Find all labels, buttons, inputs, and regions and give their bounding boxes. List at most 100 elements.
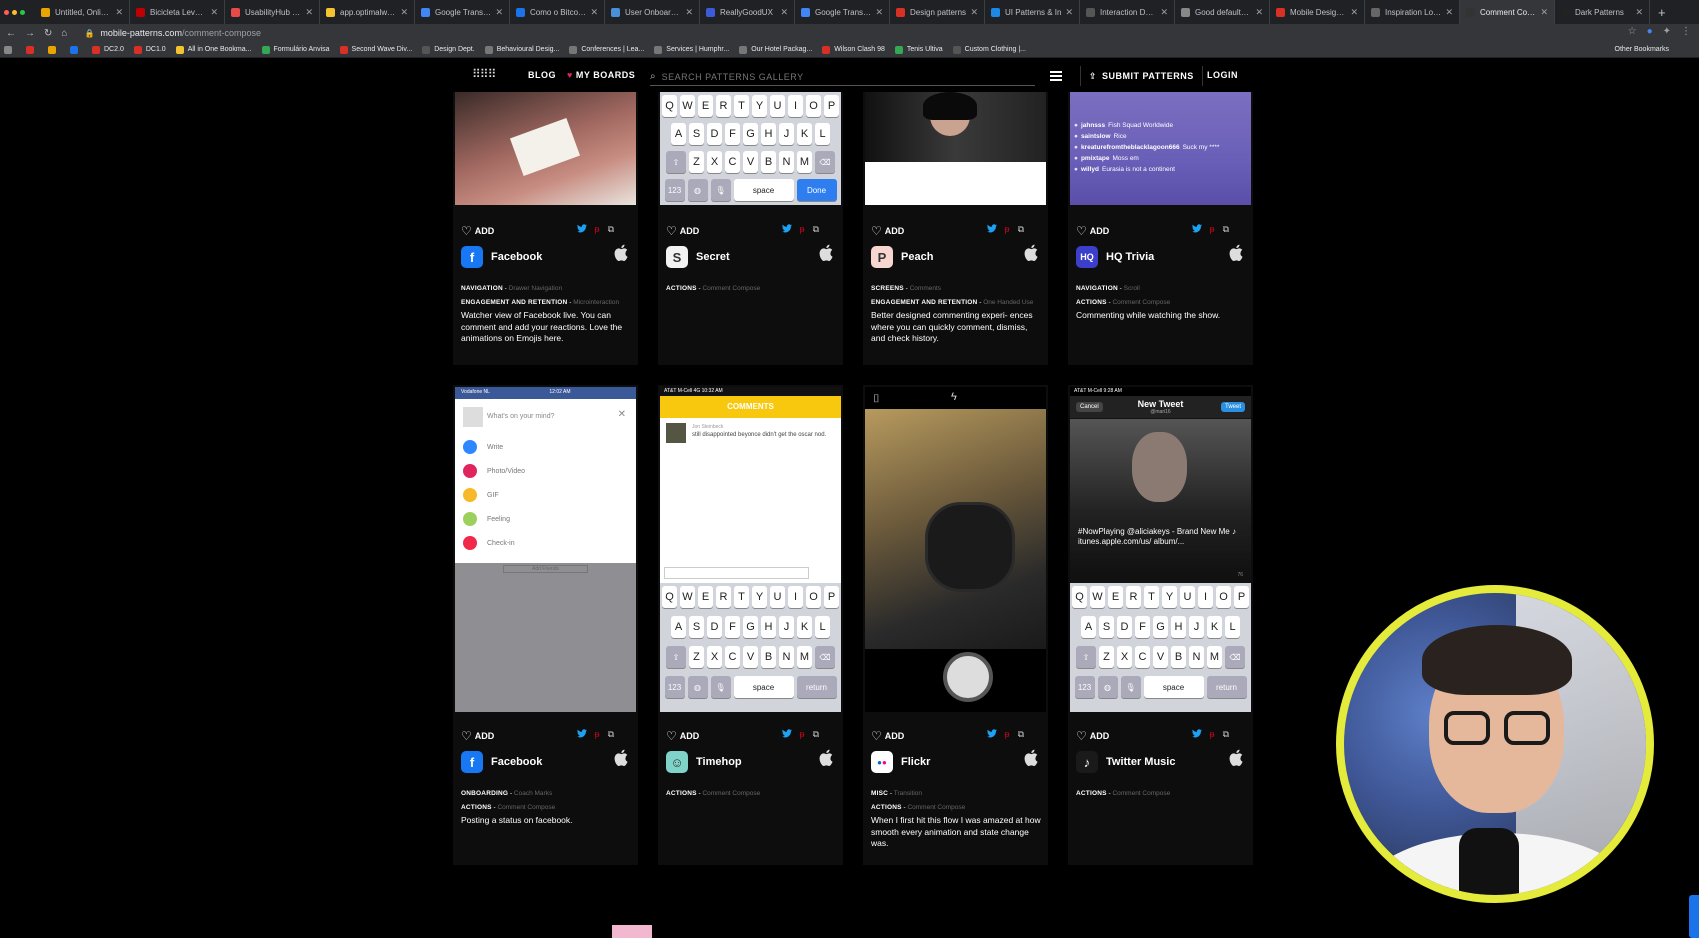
add-to-board-button[interactable]: ♡ ADD (461, 729, 494, 743)
browser-tab[interactable]: app.optimalworksh ✕ (320, 0, 415, 24)
hamburger-menu-icon[interactable] (1050, 71, 1062, 83)
browser-tab[interactable]: Untitled, Online W ✕ (35, 0, 130, 24)
close-tab-icon[interactable]: ✕ (115, 7, 123, 18)
copy-link-icon[interactable]: ⧉ (813, 729, 819, 740)
close-tab-icon[interactable]: ✕ (970, 7, 978, 18)
app-name-link[interactable]: ♪ Twitter Music (1076, 751, 1175, 773)
add-to-board-button[interactable]: ♡ ADD (871, 224, 904, 238)
close-tab-icon[interactable]: ✕ (875, 7, 883, 18)
apps-icon[interactable] (4, 45, 16, 54)
app-name-link[interactable]: f Facebook (461, 246, 542, 268)
pattern-tag[interactable]: NAVIGATION - Scroll (1076, 282, 1170, 296)
browser-tab[interactable]: Dark Patterns ✕ (1555, 0, 1650, 24)
bookmark-item[interactable]: DC2.0 (92, 45, 124, 54)
pattern-screenshot[interactable]: AT&T M-Cell 9:28 AM Cancel New Tweet @ma… (1070, 387, 1251, 712)
forward-icon[interactable]: → (25, 28, 35, 39)
copy-link-icon[interactable]: ⧉ (1018, 729, 1024, 740)
pinterest-icon[interactable]: ᵽ (1210, 224, 1215, 235)
pattern-tag[interactable]: ACTIONS - Comment Compose (1076, 787, 1170, 801)
bookmark-item[interactable]: Our Hotel Packag... (739, 45, 812, 54)
pattern-screenshot[interactable]: Vodafone NL 12:02 AM What's on your mind?… (455, 387, 636, 712)
twitter-icon[interactable] (1191, 729, 1202, 740)
back-icon[interactable]: ← (6, 28, 16, 39)
pattern-tag[interactable]: ENGAGEMENT AND RETENTION - Microinteract… (461, 296, 619, 310)
bookmark-item[interactable]: Design Dept. (422, 45, 475, 54)
close-tab-icon[interactable]: ✕ (1160, 7, 1168, 18)
copy-link-icon[interactable]: ⧉ (1223, 224, 1229, 235)
close-tab-icon[interactable]: ✕ (1445, 7, 1453, 18)
login-link[interactable]: LOGIN (1207, 70, 1238, 80)
add-to-board-button[interactable]: ♡ ADD (1076, 729, 1109, 743)
close-tab-icon[interactable]: ✕ (1635, 7, 1643, 18)
bookmark-item[interactable]: Conferences | Lea... (569, 45, 644, 54)
pattern-screenshot[interactable] (612, 925, 652, 938)
twitter-icon[interactable] (1191, 224, 1202, 235)
copy-link-icon[interactable]: ⧉ (608, 729, 614, 740)
url-path[interactable]: /comment-compose (182, 28, 261, 38)
pinterest-icon[interactable]: ᵽ (595, 729, 600, 740)
app-name-link[interactable]: P Peach (871, 246, 933, 268)
pattern-screenshot[interactable]: ● jahnsss Fish Squad Worldwide ● saintslow Ri… (1070, 92, 1251, 205)
site-logo[interactable]: ⠿⠿⠿ (472, 67, 496, 81)
extension-icon[interactable]: ● (1647, 26, 1653, 37)
menu-icon[interactable]: ⋮ (1681, 26, 1691, 37)
close-tab-icon[interactable]: ✕ (780, 7, 788, 18)
copy-link-icon[interactable]: ⧉ (813, 224, 819, 235)
pinterest-icon[interactable]: ᵽ (800, 729, 805, 740)
pattern-tag[interactable]: ACTIONS - Comment Compose (461, 801, 555, 815)
pattern-tag[interactable]: ONBOARDING - Coach Marks (461, 787, 555, 801)
bookmark-icon[interactable] (70, 45, 82, 54)
bookmark-item[interactable]: Behavioural Desig... (484, 45, 559, 54)
twitter-icon[interactable] (781, 729, 792, 740)
app-name-link[interactable]: ● ● Flickr (871, 751, 930, 773)
browser-tab[interactable]: UI Patterns & In ✕ (985, 0, 1080, 24)
pattern-screenshot[interactable] (865, 92, 1046, 205)
twitter-icon[interactable] (986, 729, 997, 740)
copy-link-icon[interactable]: ⧉ (1018, 224, 1024, 235)
bookmark-item[interactable]: Custom Clothing |... (952, 45, 1026, 54)
close-tab-icon[interactable]: ✕ (1255, 7, 1263, 18)
close-tab-icon[interactable]: ✕ (1350, 7, 1358, 18)
close-tab-icon[interactable]: ✕ (685, 7, 693, 18)
browser-tab[interactable]: Bicicleta Levo SL ✕ (130, 0, 225, 24)
bookmark-icon[interactable] (26, 45, 38, 54)
pattern-tag[interactable]: ACTIONS - Comment Compose (1076, 296, 1170, 310)
pattern-tag[interactable]: ACTIONS - Comment Compose (871, 801, 965, 815)
twitter-icon[interactable] (986, 224, 997, 235)
bookmark-item[interactable]: Second Wave Div... (339, 45, 412, 54)
browser-tab[interactable]: Interaction Desig ✕ (1080, 0, 1175, 24)
bookmark-item[interactable]: DC1.0 (133, 45, 166, 54)
twitter-icon[interactable] (576, 729, 587, 740)
reload-icon[interactable]: ↻ (44, 28, 52, 39)
close-tab-icon[interactable]: ✕ (1540, 7, 1548, 18)
browser-tab[interactable]: UsabilityHub | Use ✕ (225, 0, 320, 24)
browser-tab[interactable]: Design patterns ✕ (890, 0, 985, 24)
blog-link[interactable]: BLOG (528, 70, 556, 80)
add-to-board-button[interactable]: ♡ ADD (666, 224, 699, 238)
bookmark-item[interactable]: Tenis Ultiva (894, 45, 943, 54)
star-icon[interactable]: ☆ (1628, 26, 1637, 37)
pinterest-icon[interactable]: ᵽ (595, 224, 600, 235)
scroll-to-top-button[interactable] (1689, 895, 1699, 938)
close-tab-icon[interactable]: ✕ (495, 7, 503, 18)
pinterest-icon[interactable]: ᵽ (1005, 224, 1010, 235)
pattern-tag[interactable]: SCREENS - Comments (871, 282, 1033, 296)
pattern-tag[interactable]: ACTIONS - Comment Compose (666, 282, 760, 296)
pattern-screenshot[interactable] (455, 92, 636, 205)
browser-tab[interactable]: Como o Bitcoin alc ✕ (510, 0, 605, 24)
new-tab-button[interactable]: + (1658, 5, 1666, 20)
pinterest-icon[interactable]: ᵽ (1005, 729, 1010, 740)
browser-tab[interactable]: Google Translate ✕ (415, 0, 510, 24)
pattern-screenshot[interactable]: QWERTYUIOP ASDFGHJKL ⇧ Z X C V B N M ⌫ 123 ◍ 🎙 s… (660, 92, 841, 205)
copy-link-icon[interactable]: ⧉ (1223, 729, 1229, 740)
browser-tab[interactable]: Mobile Design Pa ✕ (1270, 0, 1365, 24)
window-controls[interactable] (4, 9, 25, 15)
search-bar[interactable]: ⌕ (650, 68, 1035, 86)
app-name-link[interactable]: HQ HQ Trivia (1076, 246, 1154, 268)
add-to-board-button[interactable]: ♡ ADD (871, 729, 904, 743)
app-name-link[interactable]: ☺ Timehop (666, 751, 742, 773)
pinterest-icon[interactable]: ᵽ (1210, 729, 1215, 740)
copy-link-icon[interactable]: ⧉ (608, 224, 614, 235)
lock-icon[interactable]: 🔒 (84, 29, 94, 38)
app-name-link[interactable]: f Facebook (461, 751, 542, 773)
